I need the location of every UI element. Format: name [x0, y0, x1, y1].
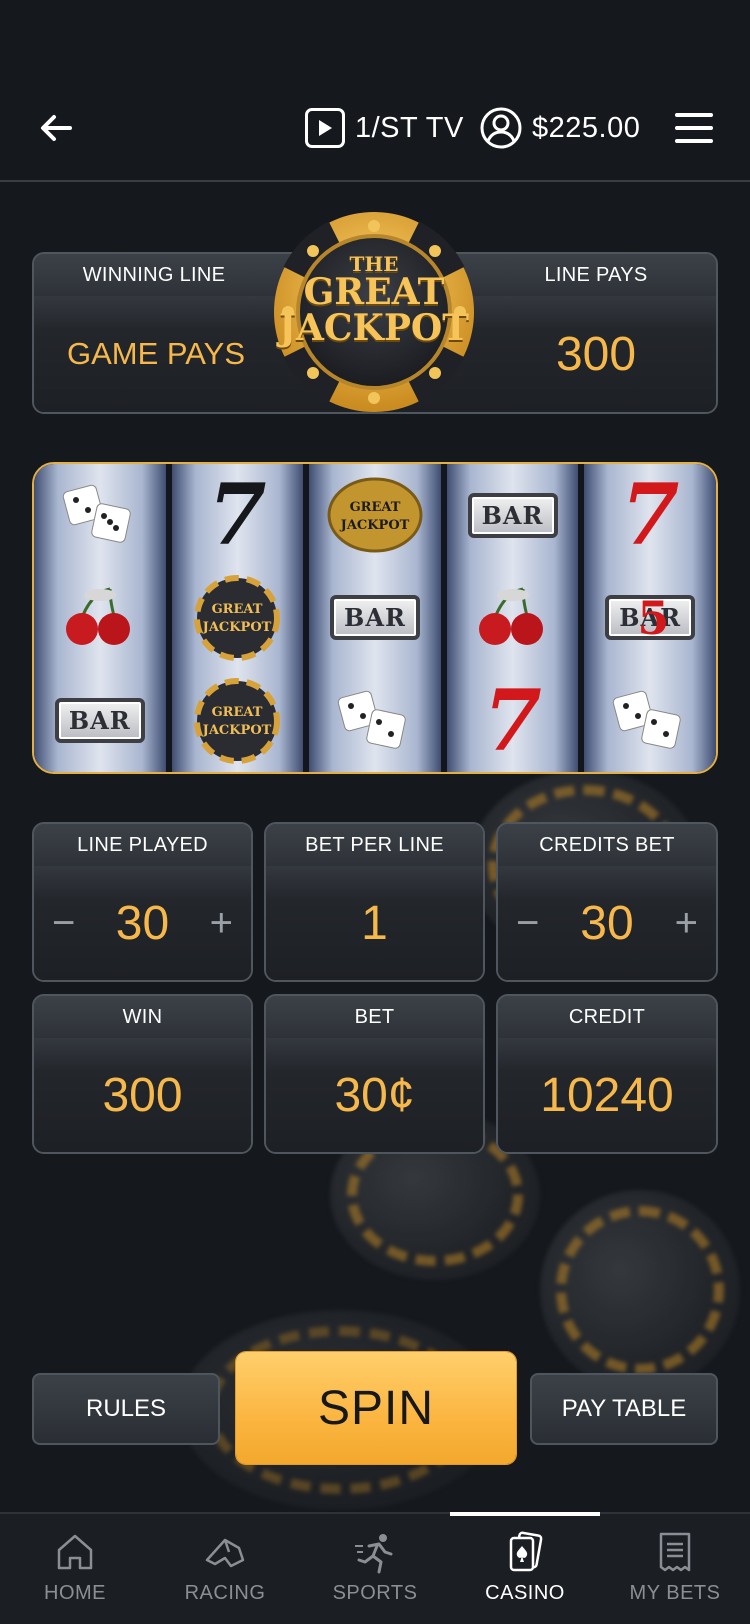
- bet-per-line-label: BET PER LINE: [266, 824, 483, 866]
- great-jackpot-logo: THE GREAT JACKPOT: [272, 210, 476, 414]
- nav-racing-label: RACING: [184, 1582, 266, 1604]
- credits-bet-minus-button[interactable]: −: [516, 901, 539, 946]
- rules-button[interactable]: RULES: [32, 1373, 220, 1445]
- bet-per-line-panel: BET PER LINE 1: [264, 822, 485, 982]
- credits-bet-panel: CREDITS BET − 30 +: [496, 822, 718, 982]
- nav-racing[interactable]: RACING: [150, 1514, 300, 1624]
- winning-line-label: WINNING LINE: [82, 263, 226, 286]
- winning-line-value: GAME PAYS: [66, 336, 245, 371]
- line-played-value: 30: [115, 896, 170, 950]
- jackpot-symbol: GREAT JACKPOT: [320, 471, 430, 559]
- hamburger-icon: [675, 113, 713, 117]
- dice-icon: [320, 677, 430, 765]
- nav-sports-label: SPORTS: [332, 1582, 418, 1604]
- win-panel: WIN 300: [32, 994, 253, 1154]
- reel-1: BAR: [34, 464, 169, 772]
- tv-link[interactable]: 1/ST TV: [305, 106, 464, 150]
- line-pays-value: 300: [555, 327, 637, 381]
- home-icon: [57, 1534, 93, 1570]
- logo-line-2: GREAT: [303, 271, 445, 313]
- reel-5: 7 BAR 5: [578, 464, 716, 772]
- nav-casino[interactable]: CASINO: [450, 1512, 600, 1624]
- nav-home-label: HOME: [44, 1582, 106, 1604]
- dice-icon: [595, 677, 705, 765]
- bet-panel: BET 30¢: [264, 994, 485, 1154]
- bar-symbol: BAR: [467, 492, 558, 538]
- back-button[interactable]: [34, 106, 78, 150]
- line-pays-label: LINE PAYS: [544, 263, 648, 286]
- arrow-left-icon: [41, 115, 72, 141]
- reel-2: 7 GREAT JACKPOT GREAT JACKPOT: [165, 464, 306, 772]
- svg-text:JACKPOT: JACKPOT: [202, 620, 272, 635]
- logo-line-3: JACKPOT: [278, 307, 470, 349]
- jackpot-symbol: GREAT JACKPOT: [182, 677, 292, 765]
- credits-bet-plus-button[interactable]: +: [675, 901, 698, 946]
- seven-symbol: 7: [483, 670, 542, 770]
- slot-reels: BAR 7 GREAT JACKPOT GREAT JACKPOT GREAT JAC…: [32, 462, 718, 774]
- svg-text:JACKPOT: JACKPOT: [340, 518, 410, 533]
- credit-label: CREDIT: [498, 996, 716, 1038]
- seven-symbol: 7: [620, 465, 680, 565]
- cherries-icon: [458, 574, 568, 662]
- svg-text:GREAT: GREAT: [212, 705, 263, 720]
- cherries-icon: [45, 574, 155, 662]
- svg-text:JACKPOT: JACKPOT: [202, 723, 272, 738]
- credit-value: 10240: [540, 1068, 674, 1122]
- seven-symbol: 7: [208, 465, 267, 565]
- balance-amount: $225.00: [532, 111, 641, 144]
- receipt-icon: [659, 1532, 691, 1572]
- svg-text:GREAT: GREAT: [212, 602, 263, 617]
- account-balance[interactable]: $225.00: [480, 106, 640, 150]
- credits-bet-label: CREDITS BET: [498, 824, 716, 866]
- line-played-panel: LINE PLAYED − 30 +: [32, 822, 253, 982]
- bet-per-line-value[interactable]: 1: [361, 896, 388, 951]
- bet-value: 30¢: [334, 1068, 415, 1122]
- red-seven-overlay: 5: [637, 590, 670, 645]
- horse-racing-icon: [205, 1538, 245, 1568]
- play-icon: [305, 108, 345, 148]
- nav-casino-label: CASINO: [485, 1582, 565, 1604]
- top-bar: 1/ST TV $225.00: [0, 90, 750, 182]
- reel-4: BAR 7: [440, 464, 581, 772]
- bar-symbol: BAR: [54, 698, 145, 744]
- nav-sports[interactable]: SPORTS: [300, 1514, 450, 1624]
- bottom-navigation: HOME RACING SPORTS CASINO MY BETS: [0, 1512, 750, 1624]
- credit-panel: CREDIT 10240: [496, 994, 718, 1154]
- dice-icon: [45, 471, 155, 559]
- pay-table-button[interactable]: PAY TABLE: [530, 1373, 718, 1445]
- nav-my-bets-label: MY BETS: [629, 1582, 721, 1604]
- win-label: WIN: [34, 996, 251, 1038]
- bet-label: BET: [266, 996, 483, 1038]
- user-icon: [480, 107, 522, 149]
- nav-my-bets[interactable]: MY BETS: [600, 1514, 750, 1624]
- line-played-label: LINE PLAYED: [34, 824, 251, 866]
- line-played-plus-button[interactable]: +: [210, 901, 233, 946]
- menu-button[interactable]: [675, 113, 713, 143]
- playing-cards-icon: [509, 1531, 543, 1572]
- spin-button[interactable]: SPIN: [236, 1352, 516, 1464]
- reel-3: GREAT JACKPOT BAR: [303, 464, 444, 772]
- line-played-minus-button[interactable]: −: [52, 901, 75, 946]
- svg-text:GREAT: GREAT: [350, 500, 401, 515]
- nav-home[interactable]: HOME: [0, 1514, 150, 1624]
- win-value: 300: [102, 1068, 183, 1122]
- credits-bet-value: 30: [580, 896, 634, 950]
- tv-label: 1/ST TV: [355, 111, 464, 144]
- running-icon: [355, 1534, 393, 1574]
- bar-symbol: BAR: [330, 595, 420, 641]
- jackpot-symbol: GREAT JACKPOT: [182, 574, 292, 662]
